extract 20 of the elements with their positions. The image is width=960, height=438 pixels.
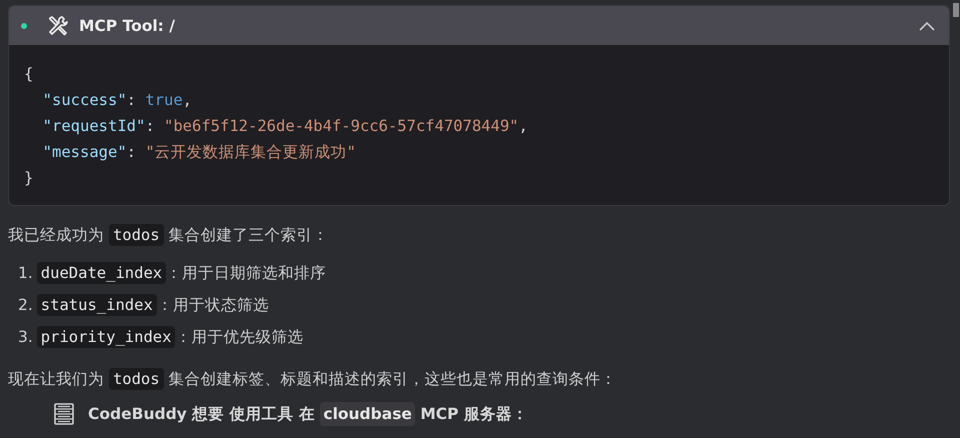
server-icon [54, 403, 74, 425]
code-line: "message": "云开发数据库集合更新成功" [42, 142, 356, 163]
tool-title: MCP Tool: / [79, 16, 176, 34]
code-line: } [24, 168, 34, 189]
list-number: 2. [18, 296, 33, 314]
permission-prompt: CodeBuddy 想要 使用工具 在 cloudbase MCP 服务器： [88, 404, 528, 424]
status-dot [21, 22, 27, 28]
list-item-text: status_index ：用于状态筛选 [36, 294, 269, 316]
code-line: "success": true, [42, 90, 192, 111]
chevron-icon[interactable] [917, 20, 937, 32]
code-line: { [24, 64, 34, 85]
scrollbar-thumb[interactable] [953, 3, 959, 17]
list-item-text: dueDate_index ：用于日期筛选和排序 [36, 262, 326, 284]
list-item-text: priority_index ：用于优先级筛选 [36, 326, 304, 348]
list-number: 1. [18, 264, 33, 282]
message-text: 现在让我们为 todos 集合创建标签、标题和描述的索引，这些也是常用的查询条件： [8, 367, 617, 391]
tools-icon [47, 14, 69, 36]
message-text: 我已经成功为 todos 集合创建了三个索引： [8, 223, 329, 247]
list-number: 3. [18, 328, 33, 346]
code-line: "requestId": "be6f5f12-26de-4b4f-9cc6-57cf47078449", [42, 116, 528, 137]
